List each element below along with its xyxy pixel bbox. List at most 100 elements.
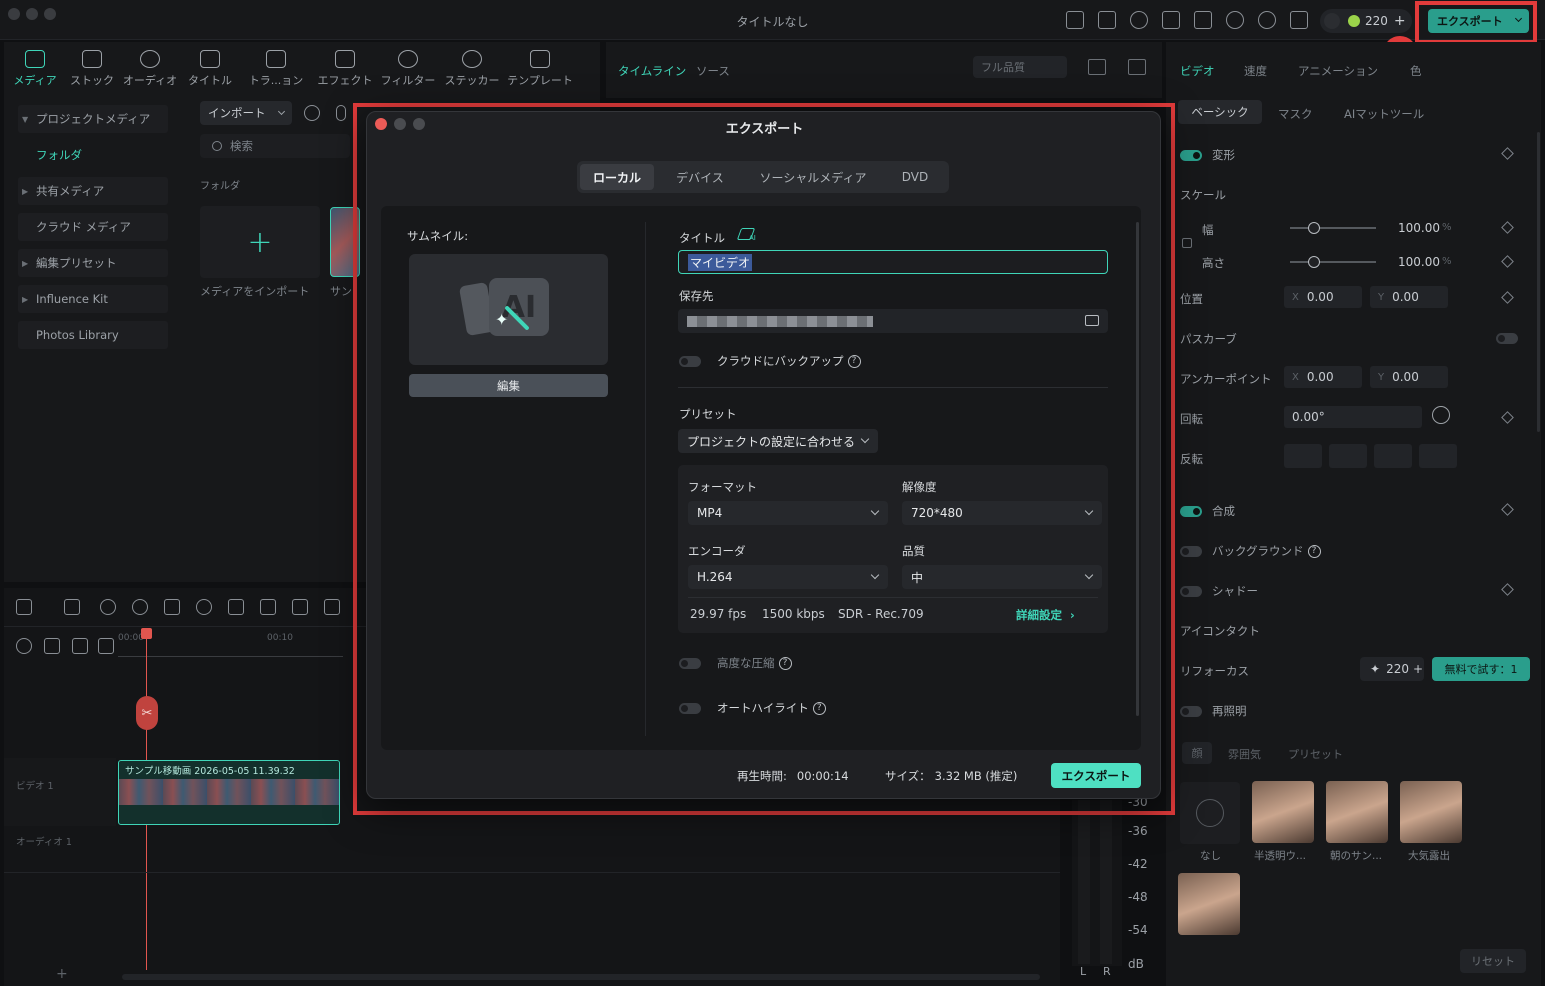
help-icon[interactable]: ? <box>812 701 826 715</box>
sidebar-item-folder[interactable]: フォルダ <box>18 141 168 169</box>
subtab-basic[interactable]: ベーシック <box>1178 100 1262 124</box>
tab-timeline[interactable]: タイムライン <box>618 63 686 79</box>
tab-local[interactable]: ローカル <box>580 164 654 190</box>
help-icon[interactable]: ? <box>1307 544 1321 558</box>
preset-atmospheric[interactable] <box>1400 781 1462 843</box>
scale-height-value[interactable]: 100.00 <box>1398 255 1440 269</box>
flip-vertical-icon[interactable] <box>1329 444 1367 468</box>
relight-tab-preset[interactable]: プリセット <box>1288 746 1343 762</box>
shadow-section[interactable]: シャドー <box>1180 583 1258 599</box>
tab-dvd[interactable]: DVD <box>887 164 943 190</box>
sidebar-item-project-media[interactable]: ▼ プロジェクトメディア <box>18 105 168 133</box>
keyframe-icon[interactable] <box>1501 503 1514 516</box>
subtab-ai-matte[interactable]: AIマットツール <box>1344 106 1424 122</box>
rotate-right-icon[interactable] <box>1374 444 1412 468</box>
layout-grid-icon[interactable] <box>16 599 32 615</box>
sidebar-item-cloud-media[interactable]: クラウド メディア <box>18 213 168 241</box>
tab-speed[interactable]: 速度 <box>1244 63 1267 79</box>
playhead-handle[interactable] <box>141 628 152 639</box>
tab-template[interactable]: テンプレート <box>504 50 576 88</box>
tab-stock[interactable]: ストック <box>61 50 123 88</box>
rotate-dial-icon[interactable] <box>1432 406 1450 424</box>
scale-width-value[interactable]: 100.00 <box>1398 221 1440 235</box>
anchor-y-input[interactable]: 0.00 <box>1392 370 1419 384</box>
keyframe-icon[interactable] <box>1501 147 1514 160</box>
subtab-mask[interactable]: マスク <box>1278 106 1313 122</box>
send-icon[interactable] <box>1098 11 1116 29</box>
rotate-input[interactable]: 0.00° <box>1292 410 1325 424</box>
position-x-input[interactable]: 0.00 <box>1307 290 1334 304</box>
unlink-icon[interactable] <box>44 638 60 654</box>
tab-media[interactable]: メディア <box>4 50 66 88</box>
preset-dropdown[interactable]: プロジェクトの設定に合わせる <box>678 429 878 453</box>
tab-audio[interactable]: オーディオ <box>119 50 181 88</box>
flip-horizontal-icon[interactable] <box>1284 444 1322 468</box>
record-icon[interactable] <box>304 105 320 121</box>
shape-icon[interactable] <box>292 599 308 615</box>
tab-device[interactable]: デバイス <box>665 164 735 190</box>
composite-toggle[interactable] <box>1180 505 1202 517</box>
grid-view-icon[interactable] <box>1088 59 1106 75</box>
position-y-input[interactable]: 0.00 <box>1392 290 1419 304</box>
keyframe-icon[interactable] <box>1501 291 1514 304</box>
dialog-scrollbar[interactable] <box>1136 222 1139 716</box>
link-icon[interactable] <box>72 638 88 654</box>
thumbnail-preview[interactable]: AI ✦ <box>409 254 608 365</box>
tab-effect[interactable]: エフェクト <box>314 50 376 88</box>
eye-contact-label[interactable]: アイコンタクト <box>1180 623 1260 639</box>
anchor-x-input[interactable]: 0.00 <box>1307 370 1334 384</box>
tab-transition[interactable]: トラ...ョン <box>245 50 307 88</box>
tab-color[interactable]: 色 <box>1410 63 1422 79</box>
keyframe-icon[interactable] <box>1501 583 1514 596</box>
relight-tab-face[interactable]: 顔 <box>1182 742 1212 764</box>
marker-icon[interactable] <box>324 599 340 615</box>
format-dropdown[interactable]: MP4 <box>688 501 888 525</box>
crop-icon[interactable] <box>228 599 244 615</box>
add-credits-icon[interactable]: + <box>1394 13 1406 29</box>
tab-social-media[interactable]: ソーシャルメディア <box>745 164 881 190</box>
refocus-credits[interactable]: ✦ 220 + <box>1360 657 1424 681</box>
settings-icon[interactable] <box>16 638 32 654</box>
transform-section[interactable]: 変形 <box>1180 147 1235 163</box>
add-track-icon[interactable]: + <box>56 966 68 982</box>
scissors-icon[interactable]: ✂ <box>136 696 158 730</box>
gift-icon[interactable] <box>1066 11 1084 29</box>
sidebar-item-influence-kit[interactable]: ▶ Influence Kit <box>18 285 168 313</box>
transform-toggle[interactable] <box>1180 149 1202 161</box>
preset-extra[interactable] <box>1178 873 1240 935</box>
select-tool-icon[interactable] <box>64 599 80 615</box>
help-icon[interactable]: ? <box>778 656 792 670</box>
tab-source[interactable]: ソース <box>696 63 730 79</box>
search-input[interactable]: 検索 <box>200 134 350 158</box>
composite-section[interactable]: 合成 <box>1180 503 1235 519</box>
undo-icon[interactable] <box>100 599 116 615</box>
import-media-tile[interactable]: + <box>200 206 320 278</box>
path-curve-toggle[interactable] <box>1496 333 1518 344</box>
tab-title[interactable]: タイトル <box>179 50 241 88</box>
auto-highlight-toggle[interactable] <box>679 702 701 714</box>
preset-none[interactable] <box>1180 782 1240 844</box>
title-input[interactable]: マイビデオ <box>678 250 1108 274</box>
import-dropdown[interactable]: インポート <box>200 101 292 125</box>
encoder-dropdown[interactable]: H.264 <box>688 565 888 589</box>
save-path-input[interactable] <box>678 309 1108 333</box>
reset-button[interactable]: リセット <box>1460 949 1526 973</box>
keyframe-icon[interactable] <box>1501 221 1514 234</box>
export-button[interactable]: エクスポート <box>1051 763 1141 788</box>
sidebar-item-edit-presets[interactable]: ▶ 編集プリセット <box>18 249 168 277</box>
preset-morning-sun[interactable] <box>1326 781 1388 843</box>
cloud-backup-toggle[interactable] <box>679 355 701 367</box>
snapshot-icon[interactable] <box>1128 59 1146 75</box>
advanced-compression-toggle[interactable] <box>679 657 701 669</box>
support-icon[interactable] <box>1130 11 1148 29</box>
tab-sticker[interactable]: ステッカー <box>441 50 503 88</box>
keyframe-icon[interactable] <box>1501 411 1514 424</box>
background-toggle[interactable] <box>1180 545 1202 557</box>
split-icon[interactable] <box>196 599 212 615</box>
delete-icon[interactable] <box>164 599 180 615</box>
lock-icon[interactable] <box>1182 238 1192 248</box>
quality-dropdown[interactable]: フル品質 <box>973 56 1067 78</box>
tab-video[interactable]: ビデオ <box>1180 63 1215 79</box>
save-icon[interactable] <box>1194 11 1212 29</box>
background-section[interactable]: バックグラウンド? <box>1180 543 1321 559</box>
